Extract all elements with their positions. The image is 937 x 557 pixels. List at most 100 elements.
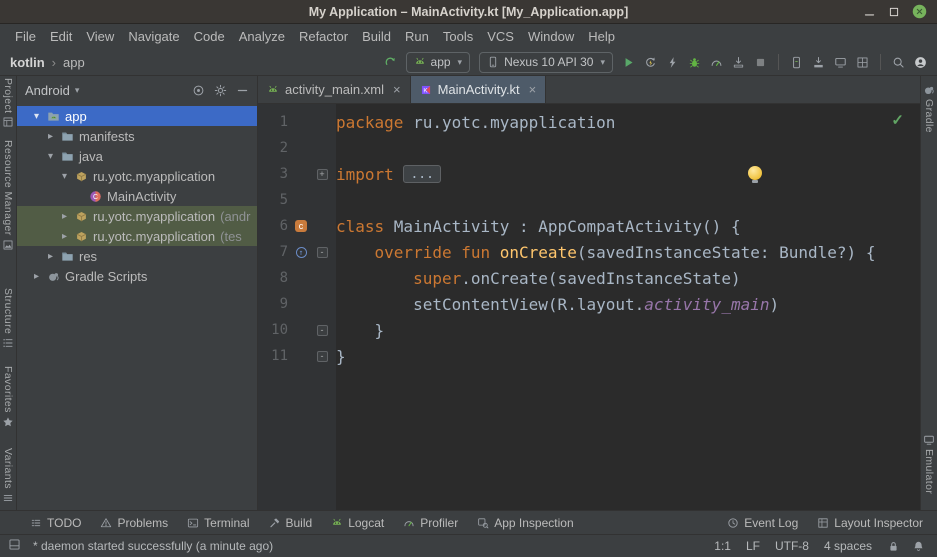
toolwindow-switcher-icon[interactable] bbox=[8, 538, 21, 551]
toolwindow-button-label: Logcat bbox=[348, 516, 384, 530]
menu-code[interactable]: Code bbox=[187, 29, 232, 44]
stripe-button-variants[interactable]: Variants bbox=[0, 448, 16, 504]
project-view-mode-select[interactable]: Android ▾ bbox=[25, 83, 79, 98]
menu-vcs[interactable]: VCS bbox=[480, 29, 521, 44]
editor-tab-mainactivity-kt[interactable]: KMainActivity.kt× bbox=[411, 76, 547, 103]
tree-item-ru-yotc-myapplication-tes[interactable]: ▸ru.yotc.myapplication(tes bbox=[17, 226, 257, 246]
locate-file-icon[interactable] bbox=[192, 84, 205, 97]
profile-icon[interactable] bbox=[710, 56, 723, 69]
tree-item-app[interactable]: ▾app bbox=[17, 106, 257, 126]
quick-fix-bulb-icon[interactable] bbox=[748, 166, 762, 180]
stripe-button-emulator[interactable]: Emulator bbox=[921, 434, 937, 494]
chevron-down-icon[interactable]: ▾ bbox=[45, 151, 56, 162]
chevron-down-icon[interactable]: ▾ bbox=[31, 111, 42, 122]
fold-marker-icon[interactable]: + bbox=[317, 169, 328, 180]
tree-item-ru-yotc-myapplication[interactable]: ▾ru.yotc.myapplication bbox=[17, 166, 257, 186]
editor-tab-activity-main-xml[interactable]: activity_main.xml × bbox=[258, 76, 411, 103]
toolwindow-button-profiler[interactable]: Profiler bbox=[403, 516, 458, 530]
menu-build[interactable]: Build bbox=[355, 29, 398, 44]
toolwindow-button-layout-inspector[interactable]: Layout Inspector bbox=[817, 516, 923, 530]
code-line: } bbox=[336, 317, 920, 343]
title-bar: My Application – MainActivity.kt [My_App… bbox=[0, 0, 937, 24]
tree-item-manifests[interactable]: ▸manifests bbox=[17, 126, 257, 146]
run-icon[interactable] bbox=[622, 56, 635, 69]
menu-run[interactable]: Run bbox=[398, 29, 436, 44]
tab-label: activity_main.xml bbox=[285, 82, 384, 97]
indent-widget[interactable]: 4 spaces bbox=[824, 539, 872, 553]
code-editor[interactable]: 123+56c7↑-8910-11- package ru.yotc.myapp… bbox=[258, 104, 920, 510]
toolwindow-button-todo[interactable]: TODO bbox=[30, 516, 81, 530]
notifications-icon[interactable] bbox=[912, 540, 925, 553]
menu-window[interactable]: Window bbox=[521, 29, 581, 44]
toolwindow-button-logcat[interactable]: Logcat bbox=[331, 516, 384, 530]
stripe-button-project[interactable]: Project bbox=[0, 78, 16, 128]
nav-crumb-module[interactable]: kotlin bbox=[10, 55, 45, 70]
device-select[interactable]: Nexus 10 API 30▾ bbox=[479, 52, 613, 73]
gutter-row: 10- bbox=[258, 317, 336, 343]
run-configuration-select[interactable]: app▾ bbox=[406, 52, 471, 73]
encoding-widget[interactable]: UTF-8 bbox=[775, 539, 809, 553]
layout-validation-icon[interactable] bbox=[856, 56, 869, 69]
attach-debugger-icon[interactable] bbox=[732, 56, 745, 69]
stripe-button-gradle[interactable]: Gradle bbox=[921, 84, 937, 133]
stripe-button-favorites[interactable]: Favorites bbox=[0, 366, 16, 428]
virtual-devices-icon[interactable] bbox=[834, 56, 847, 69]
fold-marker-icon[interactable]: - bbox=[317, 351, 328, 362]
debug-icon[interactable] bbox=[688, 56, 701, 69]
menu-refactor[interactable]: Refactor bbox=[292, 29, 355, 44]
menu-analyze[interactable]: Analyze bbox=[232, 29, 292, 44]
menu-edit[interactable]: Edit bbox=[43, 29, 79, 44]
toolwindow-switcher-icon[interactable] bbox=[8, 538, 21, 554]
close-button[interactable] bbox=[912, 4, 927, 19]
tab-close-icon[interactable]: × bbox=[529, 82, 537, 97]
settings-icon[interactable] bbox=[214, 84, 227, 97]
nav-crumb-app[interactable]: app bbox=[63, 55, 85, 70]
android-class-gutter-icon[interactable]: c bbox=[295, 220, 307, 232]
stop-icon[interactable] bbox=[754, 56, 767, 69]
toolwindow-button-app-inspection[interactable]: App Inspection bbox=[477, 516, 573, 530]
chevron-right-icon[interactable]: ▸ bbox=[59, 231, 70, 242]
stripe-button-resource-manager[interactable]: Resource Manager bbox=[0, 140, 16, 251]
sdk-manager-icon[interactable] bbox=[812, 56, 825, 69]
toolwindow-button-problems[interactable]: Problems bbox=[100, 516, 168, 530]
hide-panel-icon[interactable] bbox=[236, 84, 249, 97]
gradle-sync-icon[interactable] bbox=[384, 56, 397, 69]
toolwindow-button-event-log[interactable]: Event Log bbox=[727, 516, 798, 530]
inspections-ok-icon[interactable]: ✓ bbox=[891, 111, 904, 129]
device-manager-icon[interactable] bbox=[790, 56, 803, 69]
menu-navigate[interactable]: Navigate bbox=[121, 29, 186, 44]
tree-item-mainactivity[interactable]: CMainActivity bbox=[17, 186, 257, 206]
chevron-right-icon[interactable]: ▸ bbox=[45, 251, 56, 262]
tree-item-res[interactable]: ▸res bbox=[17, 246, 257, 266]
stripe-button-structure[interactable]: Structure bbox=[0, 288, 16, 349]
apply-changes-icon[interactable] bbox=[644, 56, 657, 69]
profile-avatar-icon[interactable] bbox=[914, 56, 927, 69]
chevron-right-icon[interactable]: ▸ bbox=[59, 211, 70, 222]
tree-item-ru-yotc-myapplication-andr[interactable]: ▸ru.yotc.myapplication(andr bbox=[17, 206, 257, 226]
stripe-label: Variants bbox=[2, 448, 14, 489]
menu-view[interactable]: View bbox=[79, 29, 121, 44]
fold-marker-icon[interactable]: - bbox=[317, 325, 328, 336]
chevron-down-icon[interactable]: ▾ bbox=[59, 171, 70, 182]
menu-help[interactable]: Help bbox=[581, 29, 622, 44]
fold-slot: - bbox=[314, 247, 330, 258]
tree-item-gradle-scripts[interactable]: ▸Gradle Scripts bbox=[17, 266, 257, 286]
toolwindow-button-build[interactable]: Build bbox=[269, 516, 313, 530]
chevron-right-icon[interactable]: ▸ bbox=[31, 271, 42, 282]
lock-icon[interactable] bbox=[887, 540, 900, 553]
fold-marker-icon[interactable]: - bbox=[317, 247, 328, 258]
search-everywhere-icon[interactable] bbox=[892, 56, 905, 69]
chevron-right-icon[interactable]: ▸ bbox=[45, 131, 56, 142]
override-method-gutter-icon[interactable]: ↑ bbox=[296, 247, 307, 258]
tree-item-java[interactable]: ▾java bbox=[17, 146, 257, 166]
gradle-elephant-icon bbox=[47, 270, 60, 283]
line-separator-widget[interactable]: LF bbox=[746, 539, 760, 553]
toolwindow-button-terminal[interactable]: Terminal bbox=[187, 516, 249, 530]
caret-position-widget[interactable]: 1:1 bbox=[714, 539, 731, 553]
tab-close-icon[interactable]: × bbox=[393, 82, 401, 97]
menu-file[interactable]: File bbox=[8, 29, 43, 44]
apply-code-changes-icon[interactable] bbox=[666, 56, 679, 69]
maximize-button[interactable] bbox=[888, 6, 900, 18]
minimize-button[interactable] bbox=[863, 5, 876, 18]
menu-tools[interactable]: Tools bbox=[436, 29, 480, 44]
